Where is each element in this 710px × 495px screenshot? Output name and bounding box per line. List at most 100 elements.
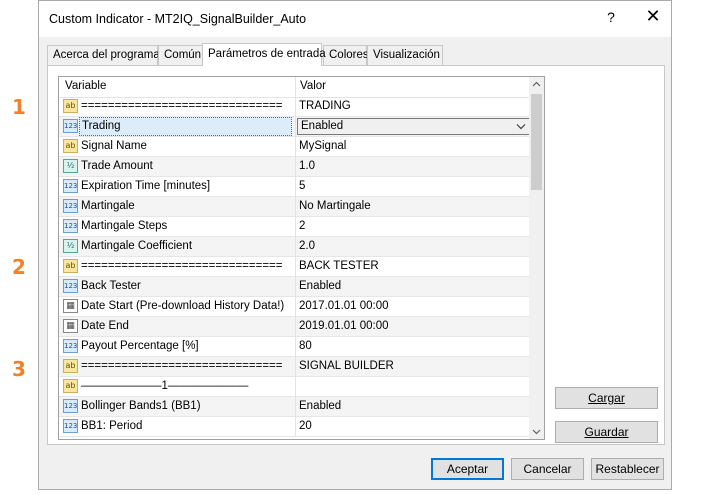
parameter-row[interactable]: 123 Trading Enabled: [59, 117, 531, 137]
parameter-row[interactable]: ab ============================== SIGNAL B…: [59, 357, 529, 377]
parameter-value[interactable]: TRADING: [299, 97, 351, 116]
tab-common[interactable]: Común: [158, 45, 203, 65]
column-divider: [295, 397, 296, 417]
parameter-value[interactable]: SIGNAL BUILDER: [299, 357, 394, 376]
column-divider: [295, 337, 296, 357]
column-header-value[interactable]: Valor: [300, 80, 326, 92]
parameter-name: Trading: [79, 117, 292, 136]
parameter-row[interactable]: ½ Trade Amount 1.0: [59, 157, 529, 177]
integer-param-icon: 123: [63, 219, 78, 233]
custom-indicator-dialog: Custom Indicator - MT2IQ_SignalBuilder_A…: [38, 0, 672, 490]
integer-param-icon: 123: [63, 419, 78, 433]
scroll-up-arrow-icon[interactable]: [529, 77, 544, 92]
text-param-icon: ab: [63, 259, 78, 273]
parameter-value[interactable]: 2: [299, 217, 305, 236]
window-title: Custom Indicator - MT2IQ_SignalBuilder_A…: [49, 12, 307, 26]
annotation-number-3: 3: [12, 357, 26, 381]
parameter-name: ==============================: [81, 100, 283, 112]
parameter-name: ==============================: [81, 260, 283, 272]
tab-colors[interactable]: Colores: [323, 45, 369, 65]
parameter-row[interactable]: 123 Bollinger Bands1 (BB1) Enabled: [59, 397, 529, 417]
parameter-name: Back Tester: [81, 280, 141, 292]
parameter-name: Signal Name: [81, 140, 147, 152]
parameter-row[interactable]: 123 BB1: Period 20: [59, 417, 529, 437]
parameter-row[interactable]: ▦ Date Start (Pre-download History Data!)…: [59, 297, 529, 317]
parameter-row[interactable]: ab Signal Name MySignal: [59, 137, 529, 157]
column-divider: [295, 417, 296, 437]
help-button[interactable]: ?: [601, 9, 621, 25]
save-button[interactable]: Guardar: [555, 421, 658, 443]
tab-strip: Acerca del programa Común Parámetros de …: [47, 43, 647, 66]
parameter-row[interactable]: 123 Payout Percentage [%] 80: [59, 337, 529, 357]
parameter-name: Date Start (Pre-download History Data!): [81, 300, 285, 312]
annotation-number-1: 1: [12, 95, 26, 119]
close-button[interactable]: ✕: [641, 6, 665, 27]
column-divider: [295, 257, 296, 277]
column-divider: [295, 197, 296, 217]
column-divider: [295, 137, 296, 157]
parameter-row[interactable]: ½ Martingale Coefficient 2.0: [59, 237, 529, 257]
scrollbar-thumb[interactable]: [531, 94, 542, 190]
parameter-name: BB1: Period: [81, 420, 143, 432]
parameter-row[interactable]: 123 Martingale Steps 2: [59, 217, 529, 237]
tab-visualization[interactable]: Visualización: [367, 45, 443, 65]
integer-param-icon: 123: [63, 199, 78, 213]
text-param-icon: ab: [63, 139, 78, 153]
column-divider: [295, 97, 296, 117]
parameter-row[interactable]: ▦ Date End 2019.01.01 00:00: [59, 317, 529, 337]
parameter-value[interactable]: 2019.01.01 00:00: [299, 317, 389, 336]
double-param-icon: ½: [63, 239, 78, 253]
scroll-down-arrow-icon[interactable]: [529, 424, 544, 439]
column-header-variable[interactable]: Variable: [65, 80, 106, 92]
parameter-value[interactable]: Enabled: [299, 277, 341, 296]
parameter-value[interactable]: No Martingale: [299, 197, 371, 216]
column-divider: [295, 117, 296, 137]
integer-param-icon: 123: [63, 119, 78, 133]
column-divider: [295, 157, 296, 177]
reset-button[interactable]: Restablecer: [591, 458, 664, 480]
double-param-icon: ½: [63, 159, 78, 173]
text-param-icon: ab: [63, 359, 78, 373]
parameter-name: Payout Percentage [%]: [81, 340, 199, 352]
cancel-button[interactable]: Cancelar: [511, 458, 584, 480]
column-divider: [295, 237, 296, 257]
parameter-value[interactable]: BACK TESTER: [299, 257, 379, 276]
parameter-value[interactable]: 1.0: [299, 157, 315, 176]
datetime-param-icon: ▦: [63, 299, 78, 313]
parameter-value[interactable]: 2.0: [299, 237, 315, 256]
grid-scrollbar[interactable]: [529, 77, 544, 439]
trading-value-dropdown[interactable]: Enabled: [297, 118, 531, 135]
parameter-row[interactable]: 123 Expiration Time [minutes] 5: [59, 177, 529, 197]
parameter-value[interactable]: 80: [299, 337, 312, 356]
parameter-name: ==============================: [81, 360, 283, 372]
chevron-down-icon[interactable]: [514, 119, 528, 134]
column-divider: [295, 297, 296, 317]
parameter-row[interactable]: ab ============================== TRADING: [59, 97, 529, 117]
parameter-value[interactable]: Enabled: [299, 397, 341, 416]
parameter-value[interactable]: 20: [299, 417, 312, 436]
parameter-row[interactable]: 123 Back Tester Enabled: [59, 277, 529, 297]
parameter-name: Trade Amount: [81, 160, 153, 172]
tab-input-parameters[interactable]: Parámetros de entrada: [202, 43, 326, 66]
parameter-row[interactable]: 123 Martingale No Martingale: [59, 197, 529, 217]
title-bar: Custom Indicator - MT2IQ_SignalBuilder_A…: [39, 1, 671, 37]
parameter-value[interactable]: MySignal: [299, 137, 346, 156]
grid-rows: ab ============================== TRADING 1…: [59, 97, 531, 437]
text-param-icon: ab: [63, 99, 78, 113]
load-button[interactable]: Cargar: [555, 387, 658, 409]
column-divider[interactable]: [295, 77, 296, 97]
parameter-name: Date End: [81, 320, 129, 332]
parameter-row[interactable]: ab ============================== BACK TES…: [59, 257, 529, 277]
tab-about[interactable]: Acerca del programa: [47, 45, 160, 65]
accept-button[interactable]: Aceptar: [431, 458, 504, 480]
parameter-value[interactable]: 2017.01.01 00:00: [299, 297, 389, 316]
integer-param-icon: 123: [63, 279, 78, 293]
parameter-name: Bollinger Bands1 (BB1): [81, 400, 201, 412]
integer-param-icon: 123: [63, 339, 78, 353]
parameter-row[interactable]: ab ———————1———————: [59, 377, 529, 397]
column-divider: [295, 357, 296, 377]
parameter-name: Martingale Steps: [81, 220, 168, 232]
text-param-icon: ab: [63, 379, 78, 393]
dropdown-selected-value: Enabled: [301, 120, 344, 132]
parameter-value[interactable]: 5: [299, 177, 305, 196]
